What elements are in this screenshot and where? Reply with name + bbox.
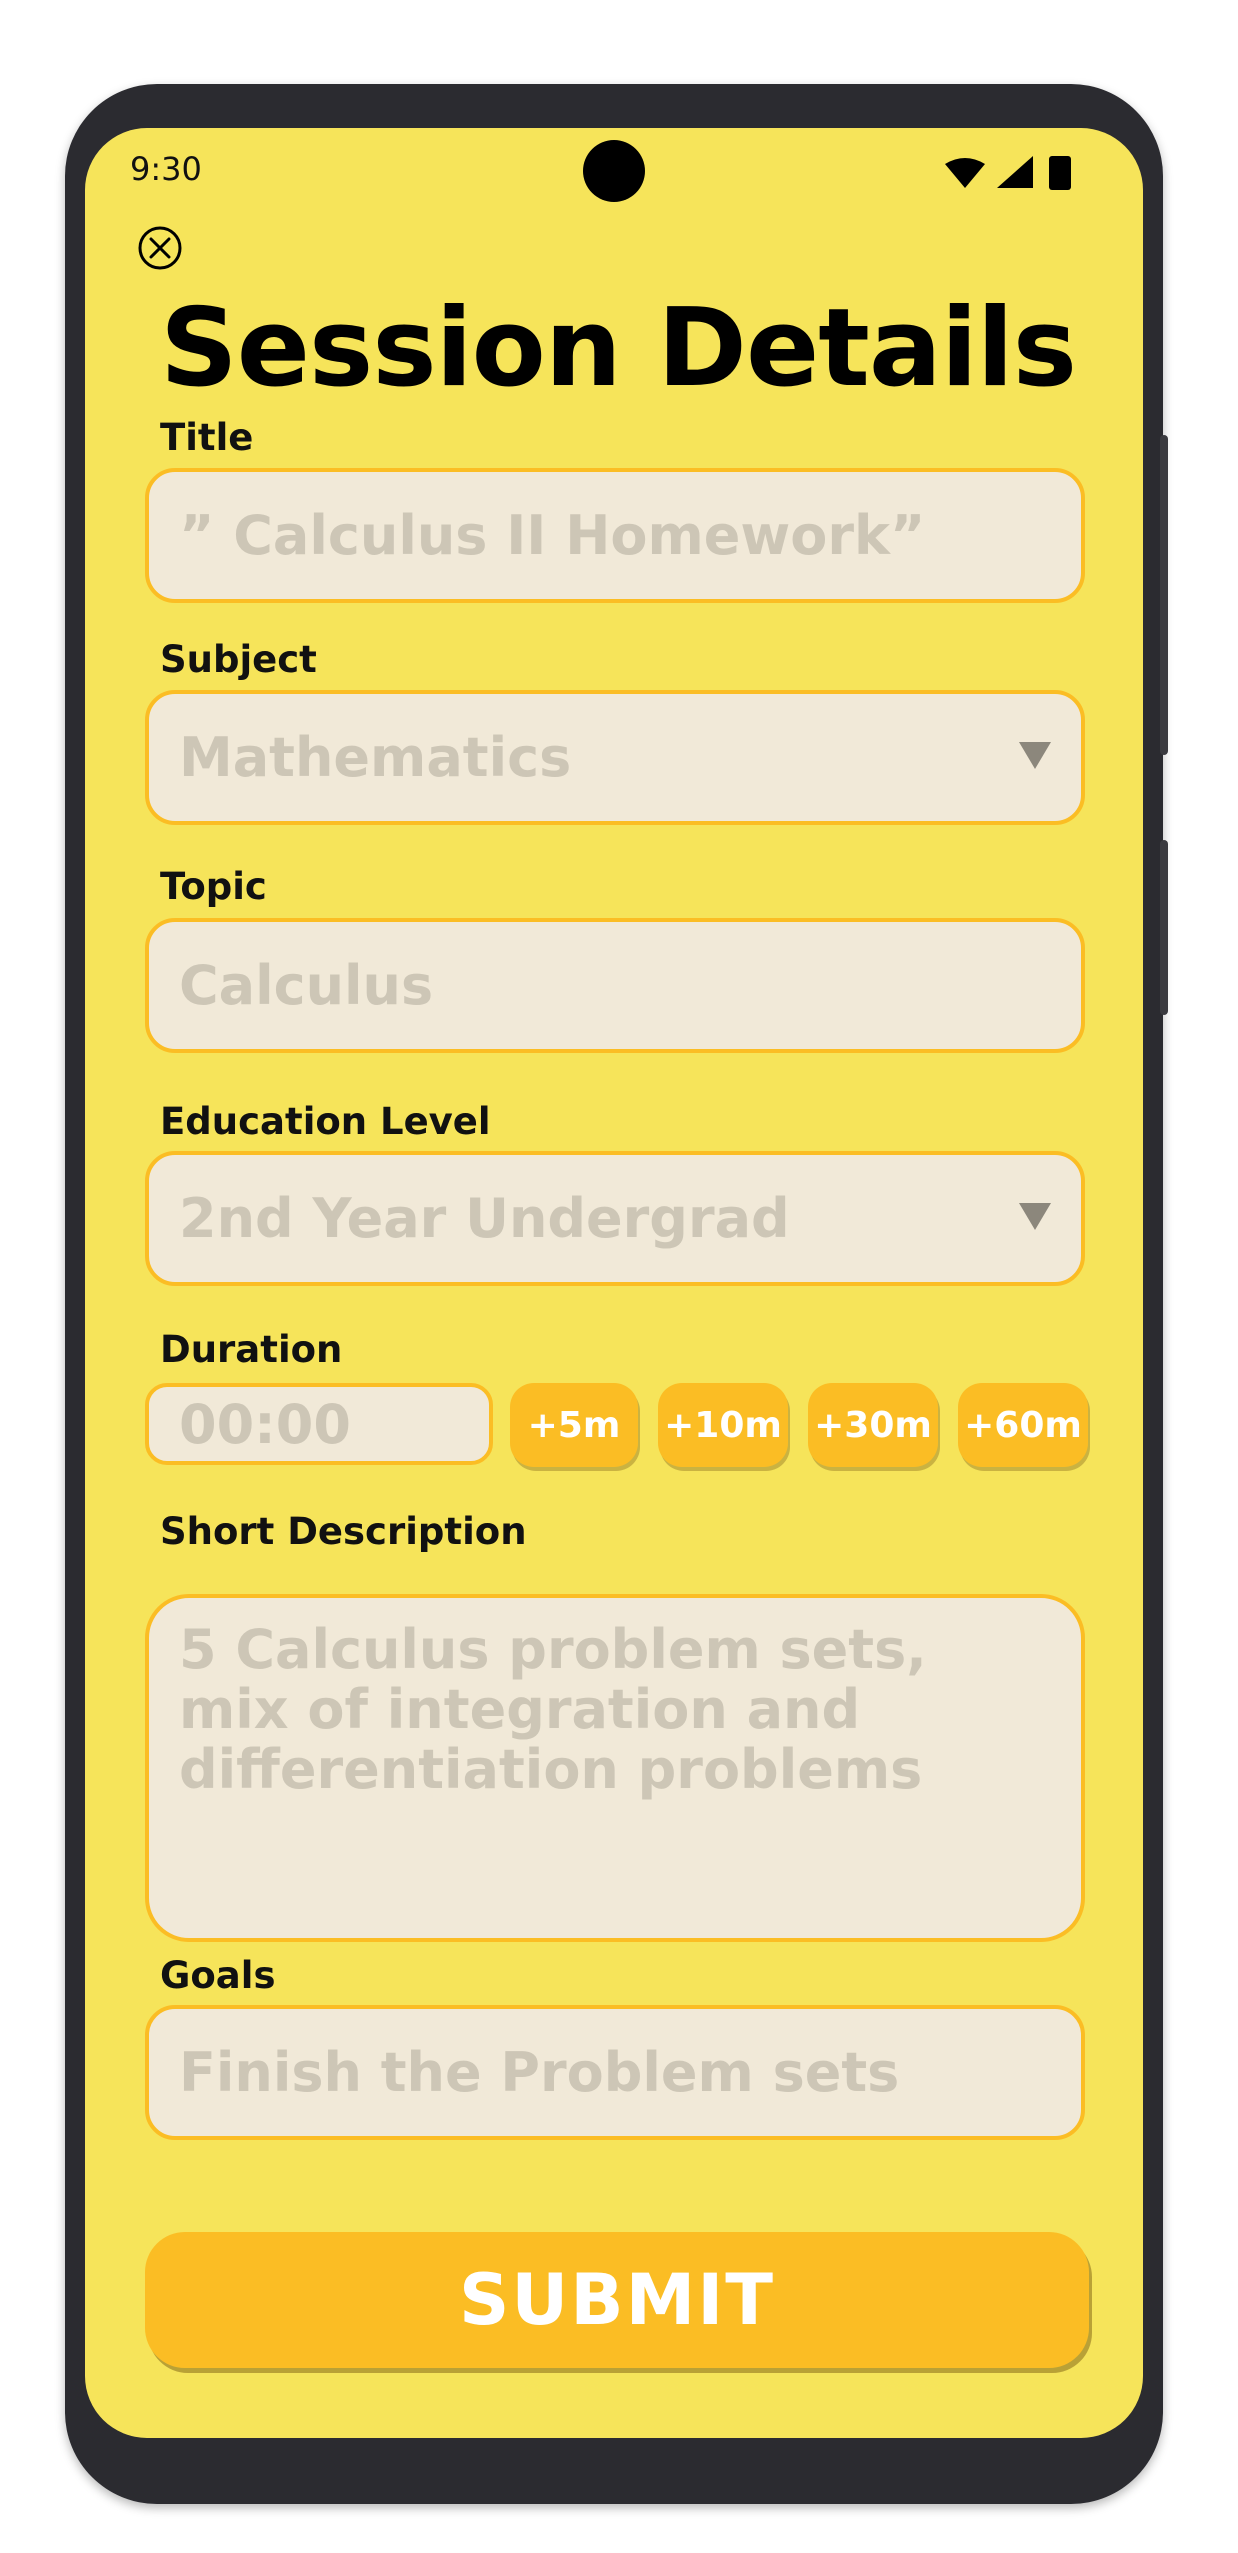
title-placeholder: ” Calculus II Homework” xyxy=(179,504,926,567)
goals-input[interactable]: Finish the Problem sets xyxy=(145,2005,1085,2140)
duration-add-5m-button[interactable]: +5m xyxy=(510,1383,638,1467)
power-button xyxy=(1160,840,1168,1015)
wifi-icon xyxy=(945,158,985,188)
subject-select[interactable]: Mathematics xyxy=(145,690,1085,825)
duration-input[interactable]: 00:00 xyxy=(145,1383,493,1465)
description-line: differentiation problems xyxy=(179,1738,923,1801)
chevron-down-icon xyxy=(1019,741,1051,769)
education-level-label: Education Level xyxy=(160,1100,491,1143)
topic-input[interactable]: Calculus xyxy=(145,918,1085,1053)
duration-label: Duration xyxy=(160,1328,343,1371)
duration-add-60m-button[interactable]: +60m xyxy=(958,1383,1088,1467)
education-level-select[interactable]: 2nd Year Undergrad xyxy=(145,1151,1085,1286)
status-icons xyxy=(945,156,1071,190)
description-line: mix of integration and xyxy=(179,1678,861,1741)
close-circle-icon[interactable] xyxy=(137,225,183,271)
signal-icon xyxy=(997,156,1033,188)
chevron-down-icon xyxy=(1019,1202,1051,1230)
description-line: 5 Calculus problem sets, xyxy=(179,1618,927,1681)
page-title: Session Details xyxy=(160,286,1077,411)
goals-label: Goals xyxy=(160,1954,276,1997)
duration-add-30m-button[interactable]: +30m xyxy=(808,1383,938,1467)
duration-placeholder: 00:00 xyxy=(179,1392,351,1456)
app-screen: 9:30 Session Details Title ” Calculus II… xyxy=(85,128,1143,2438)
submit-button[interactable]: SUBMIT xyxy=(145,2232,1089,2368)
education-level-value: 2nd Year Undergrad xyxy=(179,1187,790,1250)
topic-label: Topic xyxy=(160,865,267,908)
battery-icon xyxy=(1049,156,1071,190)
title-input[interactable]: ” Calculus II Homework” xyxy=(145,468,1085,603)
status-time: 9:30 xyxy=(130,150,202,188)
description-textarea[interactable]: 5 Calculus problem sets, mix of integrat… xyxy=(145,1594,1085,1942)
subject-value: Mathematics xyxy=(179,726,572,789)
title-label: Title xyxy=(160,416,254,459)
camera-cutout xyxy=(583,140,645,202)
topic-placeholder: Calculus xyxy=(179,954,434,1017)
volume-button xyxy=(1160,435,1168,755)
duration-add-10m-button[interactable]: +10m xyxy=(658,1383,788,1467)
subject-label: Subject xyxy=(160,638,317,681)
goals-placeholder: Finish the Problem sets xyxy=(179,2041,900,2104)
description-label: Short Description xyxy=(160,1510,527,1553)
